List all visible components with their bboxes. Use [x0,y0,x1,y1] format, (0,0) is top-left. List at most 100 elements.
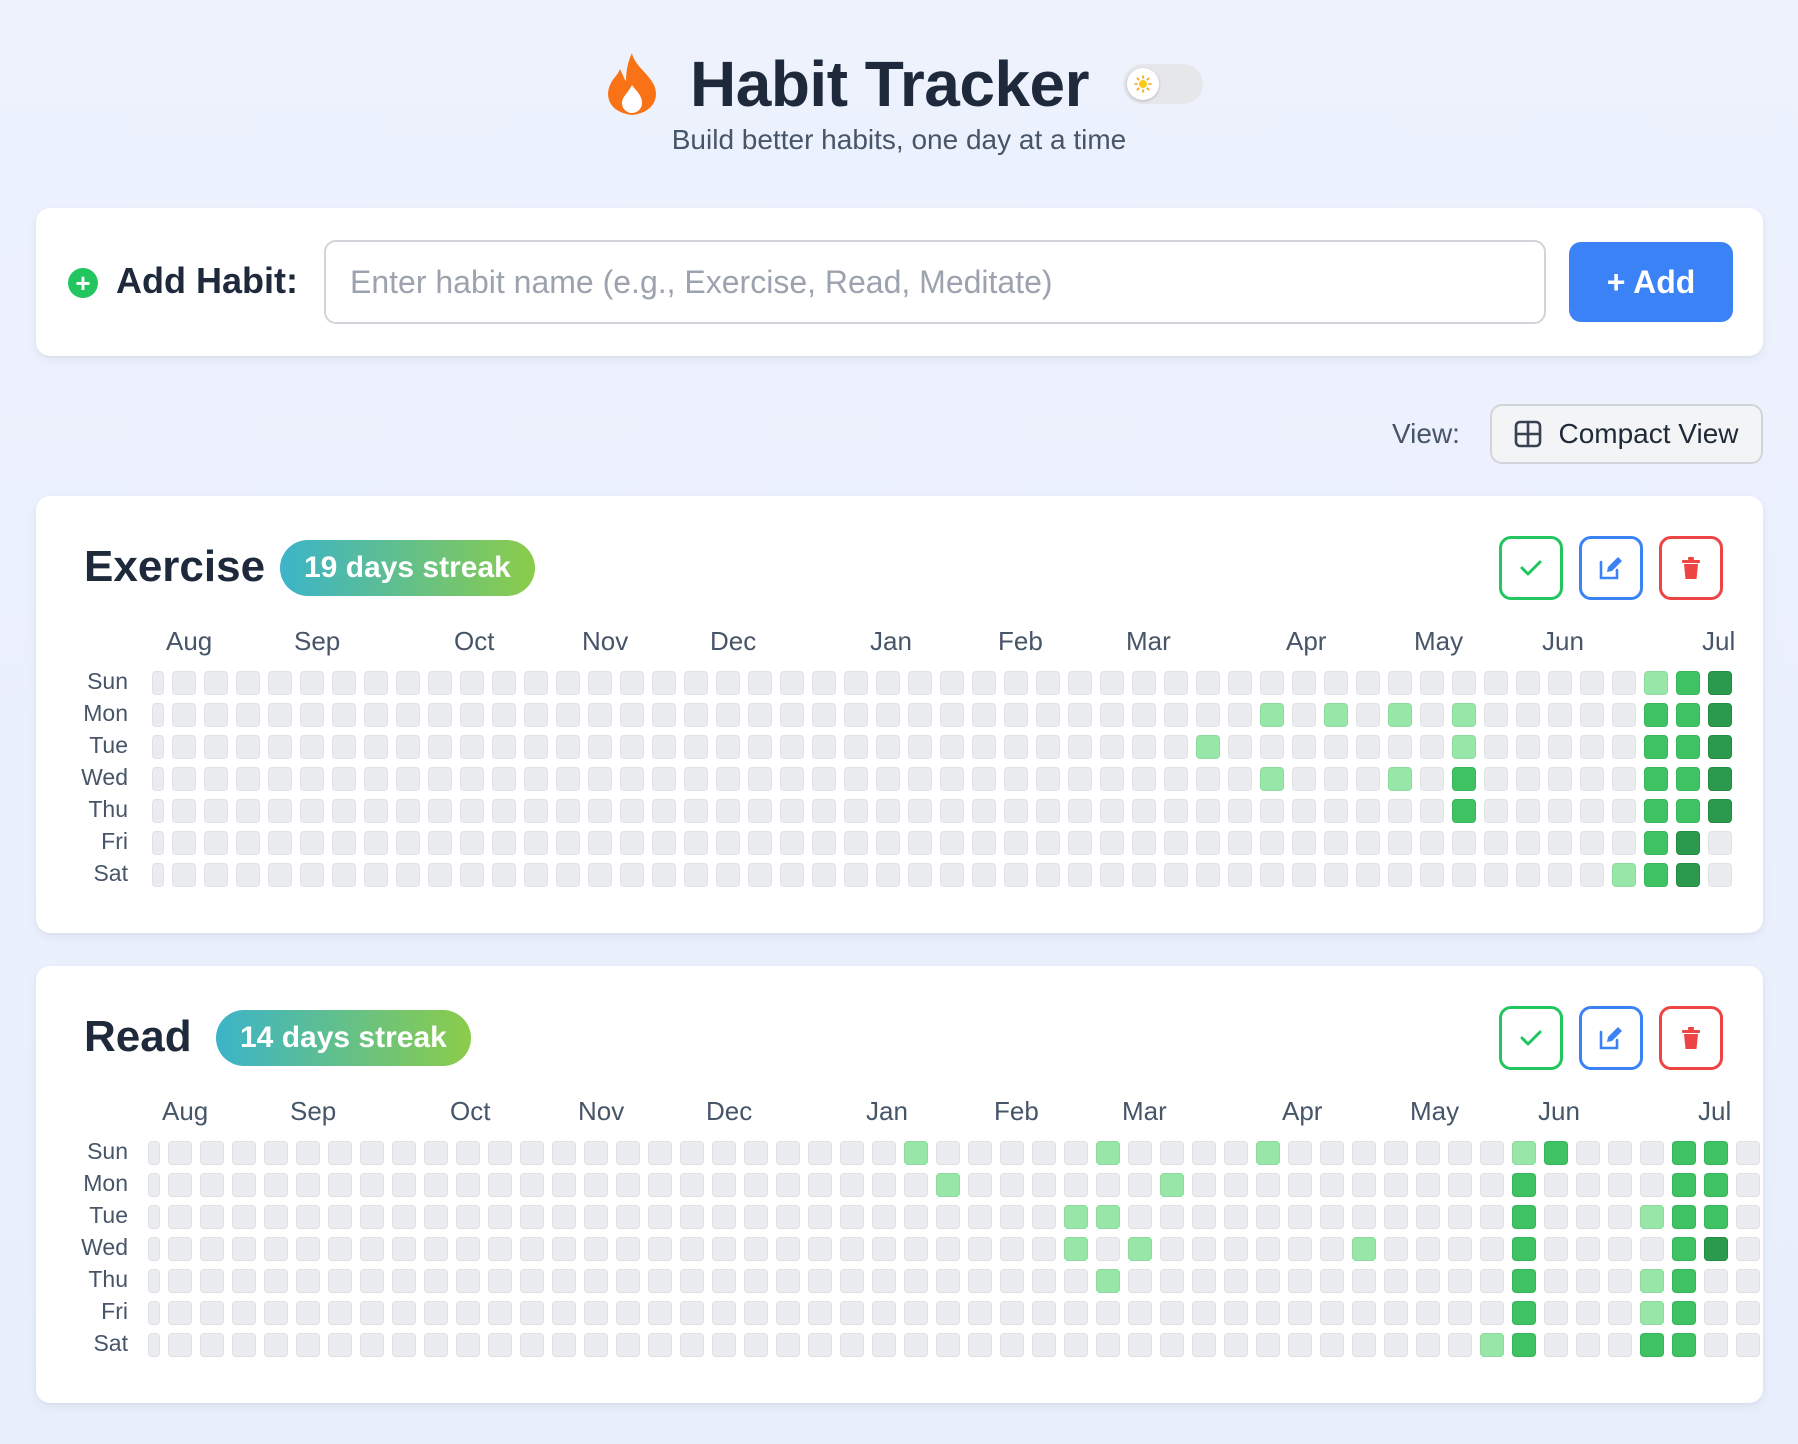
day-cell[interactable] [1036,767,1060,791]
day-cell[interactable] [1644,671,1668,695]
day-cell[interactable] [556,767,580,791]
day-cell[interactable] [168,1173,192,1197]
day-cell[interactable] [712,1237,736,1261]
day-cell[interactable] [716,703,740,727]
day-cell[interactable] [780,703,804,727]
day-cell[interactable] [1160,1333,1184,1357]
day-cell[interactable] [716,799,740,823]
day-cell[interactable] [1416,1173,1440,1197]
day-cell[interactable] [460,799,484,823]
day-cell[interactable] [296,1301,320,1325]
day-cell[interactable] [716,735,740,759]
day-cell[interactable] [1548,735,1572,759]
day-cell[interactable] [1480,1269,1504,1293]
day-cell[interactable] [1512,1173,1536,1197]
day-cell[interactable] [1196,703,1220,727]
day-cell[interactable] [968,1269,992,1293]
day-cell[interactable] [1640,1301,1664,1325]
day-cell[interactable] [1036,863,1060,887]
day-cell[interactable] [1672,1269,1696,1293]
day-cell[interactable] [1736,1301,1760,1325]
day-cell[interactable] [968,1173,992,1197]
day-cell[interactable] [1292,767,1316,791]
day-cell[interactable] [808,1141,832,1165]
day-cell[interactable] [1672,1237,1696,1261]
day-cell[interactable] [616,1333,640,1357]
day-cell[interactable] [684,863,708,887]
day-cell[interactable] [232,1237,256,1261]
day-cell[interactable] [1580,735,1604,759]
day-cell[interactable] [152,671,164,695]
day-cell[interactable] [1004,735,1028,759]
day-cell[interactable] [232,1301,256,1325]
day-cell[interactable] [1388,703,1412,727]
day-cell[interactable] [904,1269,928,1293]
day-cell[interactable] [1512,1237,1536,1261]
day-cell[interactable] [588,863,612,887]
day-cell[interactable] [296,1141,320,1165]
day-cell[interactable] [1608,1237,1632,1261]
day-cell[interactable] [1544,1205,1568,1229]
day-cell[interactable] [428,831,452,855]
day-cell[interactable] [1196,831,1220,855]
day-cell[interactable] [424,1269,448,1293]
day-cell[interactable] [1388,735,1412,759]
day-cell[interactable] [1608,1333,1632,1357]
day-cell[interactable] [148,1269,160,1293]
day-cell[interactable] [1544,1269,1568,1293]
day-cell[interactable] [616,1269,640,1293]
day-cell[interactable] [1388,799,1412,823]
day-cell[interactable] [1420,799,1444,823]
day-cell[interactable] [264,1173,288,1197]
day-cell[interactable] [940,671,964,695]
day-cell[interactable] [840,1205,864,1229]
day-cell[interactable] [1420,735,1444,759]
day-cell[interactable] [680,1173,704,1197]
day-cell[interactable] [840,1301,864,1325]
day-cell[interactable] [1576,1205,1600,1229]
day-cell[interactable] [680,1205,704,1229]
day-cell[interactable] [876,863,900,887]
day-cell[interactable] [492,767,516,791]
day-cell[interactable] [1132,703,1156,727]
day-cell[interactable] [392,1333,416,1357]
day-cell[interactable] [1324,767,1348,791]
day-cell[interactable] [1192,1205,1216,1229]
day-cell[interactable] [556,703,580,727]
day-cell[interactable] [1676,735,1700,759]
day-cell[interactable] [1164,671,1188,695]
day-cell[interactable] [524,703,548,727]
day-cell[interactable] [1640,1269,1664,1293]
day-cell[interactable] [332,799,356,823]
day-cell[interactable] [872,1269,896,1293]
day-cell[interactable] [840,1237,864,1261]
day-cell[interactable] [168,1237,192,1261]
day-cell[interactable] [1064,1141,1088,1165]
day-cell[interactable] [648,1205,672,1229]
day-cell[interactable] [268,831,292,855]
day-cell[interactable] [972,671,996,695]
day-cell[interactable] [332,767,356,791]
day-cell[interactable] [428,799,452,823]
day-cell[interactable] [716,767,740,791]
day-cell[interactable] [776,1301,800,1325]
day-cell[interactable] [1512,1333,1536,1357]
day-cell[interactable] [1128,1173,1152,1197]
day-cell[interactable] [1580,703,1604,727]
day-cell[interactable] [236,799,260,823]
day-cell[interactable] [392,1141,416,1165]
day-cell[interactable] [1292,799,1316,823]
day-cell[interactable] [1708,799,1732,823]
day-cell[interactable] [1580,831,1604,855]
day-cell[interactable] [1260,671,1284,695]
day-cell[interactable] [552,1269,576,1293]
day-cell[interactable] [1640,1237,1664,1261]
day-cell[interactable] [1100,703,1124,727]
day-cell[interactable] [236,831,260,855]
day-cell[interactable] [1100,831,1124,855]
day-cell[interactable] [364,703,388,727]
day-cell[interactable] [940,767,964,791]
day-cell[interactable] [1260,735,1284,759]
day-cell[interactable] [1032,1141,1056,1165]
day-cell[interactable] [808,1333,832,1357]
